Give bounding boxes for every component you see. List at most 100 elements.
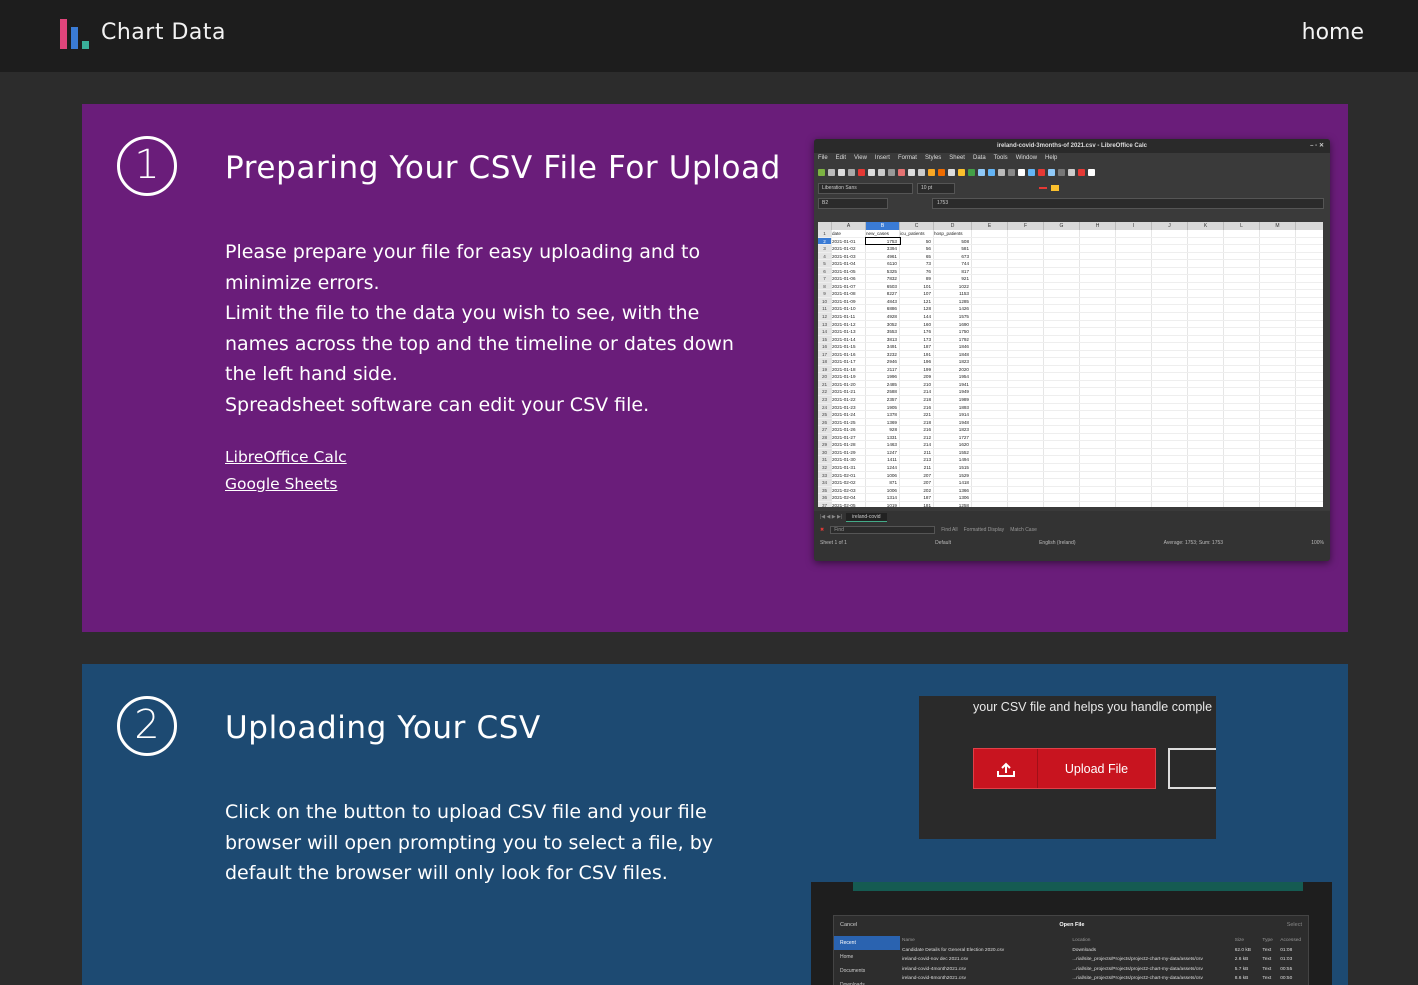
table-cell: 871 [866, 479, 900, 486]
row-number: 14 [818, 328, 832, 335]
table-cell [1116, 494, 1152, 501]
table-cell [1116, 267, 1152, 275]
table-cell [1116, 237, 1152, 245]
table-cell: 218 [900, 418, 934, 426]
table-cell [1080, 252, 1116, 260]
table-cell [1260, 260, 1296, 267]
dialog-sidebar-item: Home [840, 954, 854, 960]
row-number: 8 [818, 282, 832, 290]
row-number: 6 [818, 267, 832, 275]
table-cell: 1153 [934, 290, 972, 297]
upload-screenshot-text: your CSV file and helps you handle compl… [973, 700, 1213, 714]
table-cell: 187 [900, 343, 934, 350]
libreoffice-calc-link[interactable]: LibreOffice Calc [225, 444, 347, 471]
table-cell [1008, 365, 1044, 373]
table-cell: 1620 [934, 441, 972, 448]
table-cell: 1750 [934, 328, 972, 335]
table-cell [1116, 305, 1152, 313]
table-cell [1008, 245, 1044, 252]
table-cell [1152, 343, 1188, 350]
table-cell [1116, 245, 1152, 252]
table-cell [1116, 426, 1152, 433]
calc-menu-item: Help [1045, 155, 1058, 161]
table-cell [1116, 441, 1152, 448]
table-cell: 2021-01-06 [832, 275, 866, 282]
table-cell: 508 [934, 237, 972, 245]
table-cell [1080, 479, 1116, 486]
calc-menu-item: Insert [874, 155, 890, 161]
table-cell [1260, 426, 1296, 433]
table-cell [972, 350, 1008, 358]
table-cell: 121 [900, 297, 934, 305]
table-cell [1116, 486, 1152, 494]
table-cell [1080, 486, 1116, 494]
paragraph: Spreadsheet software can edit your CSV f… [225, 393, 650, 416]
table-cell [1080, 230, 1116, 237]
table-cell [1080, 297, 1116, 305]
column-header: G [1044, 222, 1080, 230]
table-cell: 2357 [866, 396, 900, 403]
table-cell [972, 335, 1008, 343]
home-link[interactable]: home [1302, 20, 1364, 45]
table-cell [1008, 290, 1044, 297]
table-cell: 2021-02-01 [832, 471, 866, 479]
table-cell [1260, 388, 1296, 396]
table-cell [1116, 230, 1152, 237]
table-cell [972, 380, 1008, 388]
table-cell [1224, 290, 1260, 297]
table-cell [1188, 305, 1224, 313]
table-cell [1116, 403, 1152, 411]
table-cell [1260, 267, 1296, 275]
table-cell [1116, 313, 1152, 320]
table-cell: 2485 [866, 380, 900, 388]
file-cell: Location [1072, 938, 1091, 943]
table-cell [1260, 411, 1296, 418]
table-cell [1188, 456, 1224, 463]
row-number: 27 [818, 426, 832, 433]
match-case-check: Match Case [1010, 527, 1037, 533]
table-cell [1116, 388, 1152, 396]
table-cell [1008, 282, 1044, 290]
table-cell [1188, 358, 1224, 365]
table-cell [1188, 380, 1224, 388]
calc-menu-item: File [818, 155, 828, 161]
row-number: 34 [818, 479, 832, 486]
table-cell: 928 [866, 426, 900, 433]
google-sheets-link[interactable]: Google Sheets [225, 471, 347, 498]
table-cell [1152, 245, 1188, 252]
paragraph: Click on the button to upload CSV file a… [225, 801, 714, 885]
table-cell: 2021-01-24 [832, 411, 866, 418]
brand-name[interactable]: Chart Data [101, 20, 226, 45]
table-cell [972, 501, 1008, 507]
table-cell: 921 [934, 275, 972, 282]
table-cell [972, 471, 1008, 479]
table-cell [1260, 245, 1296, 252]
table-cell: 50 [900, 237, 934, 245]
file-cell: 62.0 kB [1234, 947, 1251, 953]
table-cell [1152, 411, 1188, 418]
table-cell: 1941 [934, 380, 972, 388]
table-cell [1044, 418, 1080, 426]
table-cell: new_cases [866, 230, 900, 237]
table-cell: 6886 [866, 305, 900, 313]
table-cell: 1244 [866, 463, 900, 471]
table-cell [1188, 252, 1224, 260]
file-cell: Text [1262, 947, 1272, 953]
table-cell: 3491 [866, 343, 900, 350]
table-cell [1116, 260, 1152, 267]
table-cell [1260, 320, 1296, 328]
table-row: 4 2021-01-03 4961 65 673 [818, 252, 1323, 261]
file-cell: Text [1262, 966, 1272, 972]
table-cell: 218 [900, 396, 934, 403]
table-cell [1080, 320, 1116, 328]
table-cell: icu_patients [900, 230, 934, 237]
table-cell [1188, 320, 1224, 328]
file-cell: 5.7 kB [1234, 966, 1249, 972]
chart-logo-icon[interactable] [60, 19, 92, 49]
table-cell [1044, 463, 1080, 471]
file-cell: Accessed [1280, 938, 1302, 943]
table-cell: 176 [900, 328, 934, 335]
table-cell [1044, 494, 1080, 501]
table-cell [1044, 396, 1080, 403]
table-row: 33 2021-02-01 1006 207 1529 [818, 471, 1323, 480]
